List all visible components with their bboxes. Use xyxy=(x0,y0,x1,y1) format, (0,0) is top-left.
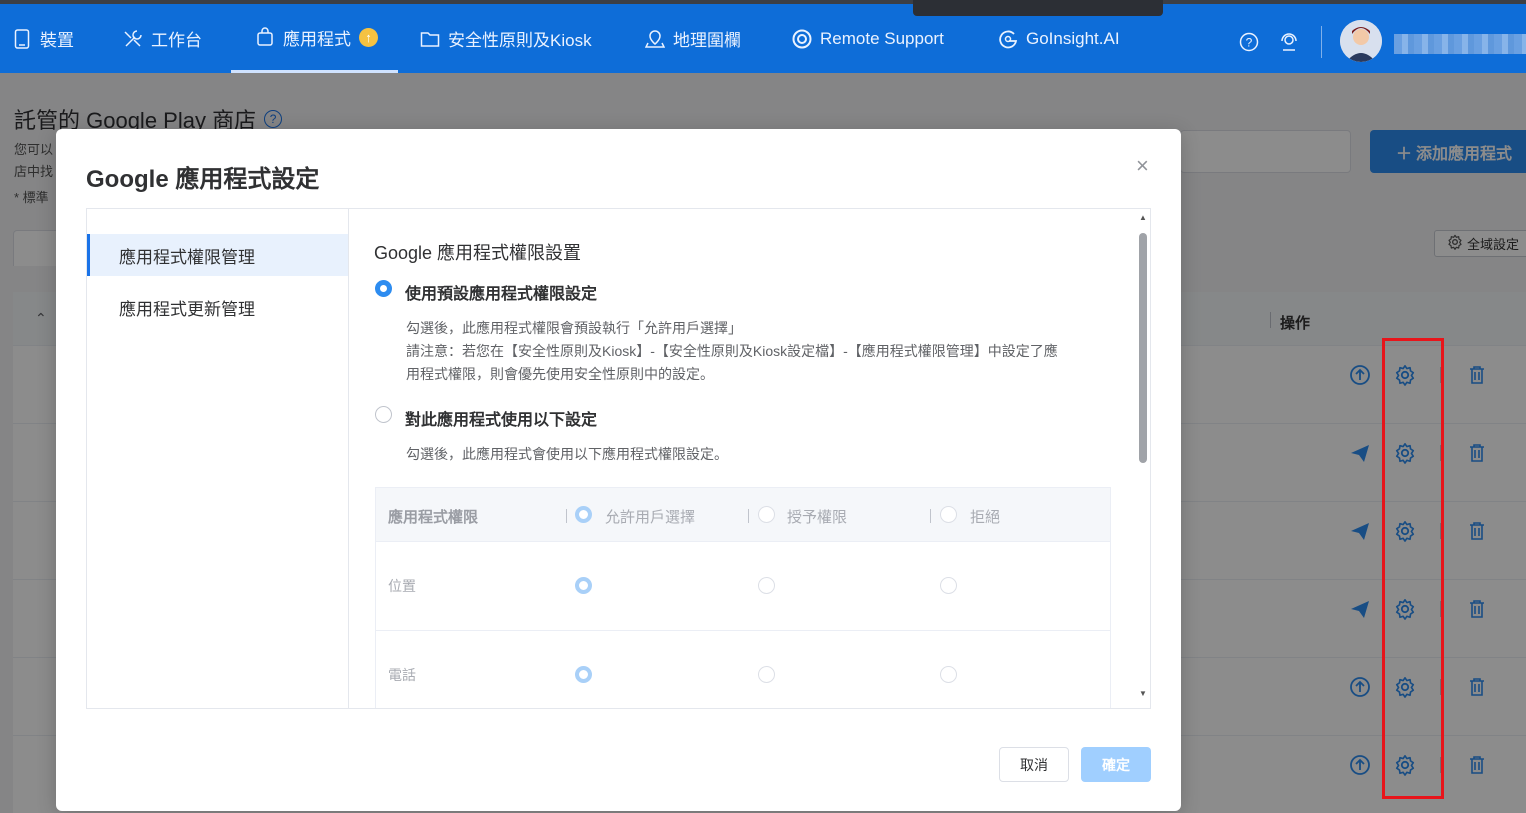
nav-item-goinsight[interactable]: GoInsight.AI xyxy=(998,4,1120,73)
dialog-title: Google 應用程式設定 xyxy=(86,166,320,193)
radio-grant[interactable] xyxy=(758,666,775,683)
scrollbar[interactable]: ▲ ▼ xyxy=(1136,209,1150,708)
nav-item-security-kiosk[interactable]: 安全性原則及Kiosk xyxy=(420,4,592,73)
nav-item-remote-support[interactable]: Remote Support xyxy=(792,4,944,73)
avatar[interactable] xyxy=(1340,20,1382,62)
col-deny: 拒絕 xyxy=(970,509,1001,526)
nav-item-apps[interactable]: 應用程式 ↑ xyxy=(231,4,398,73)
lifebuoy-icon xyxy=(792,29,812,49)
nav-item-devices[interactable]: 裝置 xyxy=(12,4,74,73)
permission-row: 位置 xyxy=(376,542,1110,631)
option-default-desc-3: 用程式權限，則會優先使用安全性原則中的設定。 xyxy=(406,366,714,382)
sidebar-item-permission-management[interactable]: 應用程式權限管理 xyxy=(87,234,348,276)
update-badge: ↑ xyxy=(359,27,378,47)
nav-label: GoInsight.AI xyxy=(1026,28,1120,48)
dialog-body: 應用程式權限管理 應用程式更新管理 Google 應用程式權限設置 使用預設應用… xyxy=(86,208,1151,709)
scroll-up-arrow-icon[interactable]: ▲ xyxy=(1139,213,1147,222)
settings-sidebar: 應用程式權限管理 應用程式更新管理 xyxy=(87,209,349,708)
app-bag-icon xyxy=(255,27,275,47)
radio-grant[interactable] xyxy=(758,577,775,594)
help-icon[interactable]: ? xyxy=(1239,32,1259,52)
nav-label: Remote Support xyxy=(820,28,944,48)
col-grant: 授予權限 xyxy=(787,509,848,526)
tools-icon xyxy=(123,29,143,49)
radio-use-default[interactable] xyxy=(375,280,392,297)
radio-deny[interactable] xyxy=(940,666,957,683)
radio-allow-user[interactable] xyxy=(575,577,592,594)
svg-text:?: ? xyxy=(1246,36,1253,50)
option-custom-label[interactable]: 對此應用程式使用以下設定 xyxy=(405,406,597,430)
scroll-down-arrow-icon[interactable]: ▼ xyxy=(1139,689,1147,698)
tablet-icon xyxy=(12,28,32,49)
col-divider xyxy=(748,509,749,523)
section-title: Google 應用程式權限設置 xyxy=(374,243,582,263)
col-allow-user-choose: 允許用戶選擇 xyxy=(605,509,696,526)
permission-table: 應用程式權限 允許用戶選擇 授予權限 拒絕 位置 電話 xyxy=(375,487,1111,708)
option-default-label[interactable]: 使用預設應用程式權限設定 xyxy=(405,280,597,304)
nav-label: 安全性原則及Kiosk xyxy=(448,31,592,50)
support-agent-icon[interactable] xyxy=(1279,32,1299,52)
sidebar-item-update-management[interactable]: 應用程式更新管理 xyxy=(87,286,348,328)
close-icon[interactable]: × xyxy=(1136,153,1149,179)
nav-label: 應用程式 xyxy=(283,29,351,49)
folder-icon xyxy=(420,29,440,49)
permission-settings-panel: Google 應用程式權限設置 使用預設應用程式權限設定 勾選後，此應用程式權限… xyxy=(350,209,1135,708)
username-blurred xyxy=(1394,34,1526,54)
header-radio-allow-user[interactable] xyxy=(575,506,592,523)
nav-divider xyxy=(1321,26,1322,58)
col-divider xyxy=(930,509,931,523)
permission-row: 電話 xyxy=(376,631,1110,708)
nav-label: 地理圍欄 xyxy=(673,31,741,50)
option-default-desc-1: 勾選後，此應用程式權限會預設執行「允許用戶選擇」 xyxy=(406,320,742,336)
col-divider xyxy=(566,509,567,523)
scrollbar-thumb[interactable] xyxy=(1139,233,1147,463)
nav-item-workbench[interactable]: 工作台 xyxy=(123,4,202,73)
goinsight-icon xyxy=(998,29,1018,49)
radio-custom-settings[interactable] xyxy=(375,406,392,423)
header-radio-deny[interactable] xyxy=(940,506,957,523)
radio-deny[interactable] xyxy=(940,577,957,594)
permission-name: 位置 xyxy=(388,578,416,594)
option-custom-desc: 勾選後，此應用程式會使用以下應用程式權限設定。 xyxy=(406,446,728,462)
nav-item-geofence[interactable]: 地理圍欄 xyxy=(645,4,741,73)
col-permission: 應用程式權限 xyxy=(388,509,479,526)
top-nav: 裝置 工作台 應用程式 ↑ 安全性原則及Kiosk 地理圍欄 Remote Su… xyxy=(0,0,1526,73)
cancel-button[interactable]: 取消 xyxy=(999,747,1069,782)
nav-label: 裝置 xyxy=(40,31,74,50)
permission-table-header: 應用程式權限 允許用戶選擇 授予權限 拒絕 xyxy=(376,488,1110,542)
confirm-button[interactable]: 確定 xyxy=(1081,747,1151,782)
radio-allow-user[interactable] xyxy=(575,666,592,683)
google-app-settings-dialog: Google 應用程式設定 × 應用程式權限管理 應用程式更新管理 Google… xyxy=(56,129,1181,811)
highlight-annotation xyxy=(1382,338,1444,799)
option-default-desc-2: 請注意：若您在【安全性原則及Kiosk】-【安全性原則及Kiosk設定檔】-【應… xyxy=(406,343,1058,359)
permission-name: 電話 xyxy=(388,667,416,683)
nav-label: 工作台 xyxy=(151,31,202,50)
header-radio-grant[interactable] xyxy=(758,506,775,523)
map-pin-icon xyxy=(645,29,665,49)
